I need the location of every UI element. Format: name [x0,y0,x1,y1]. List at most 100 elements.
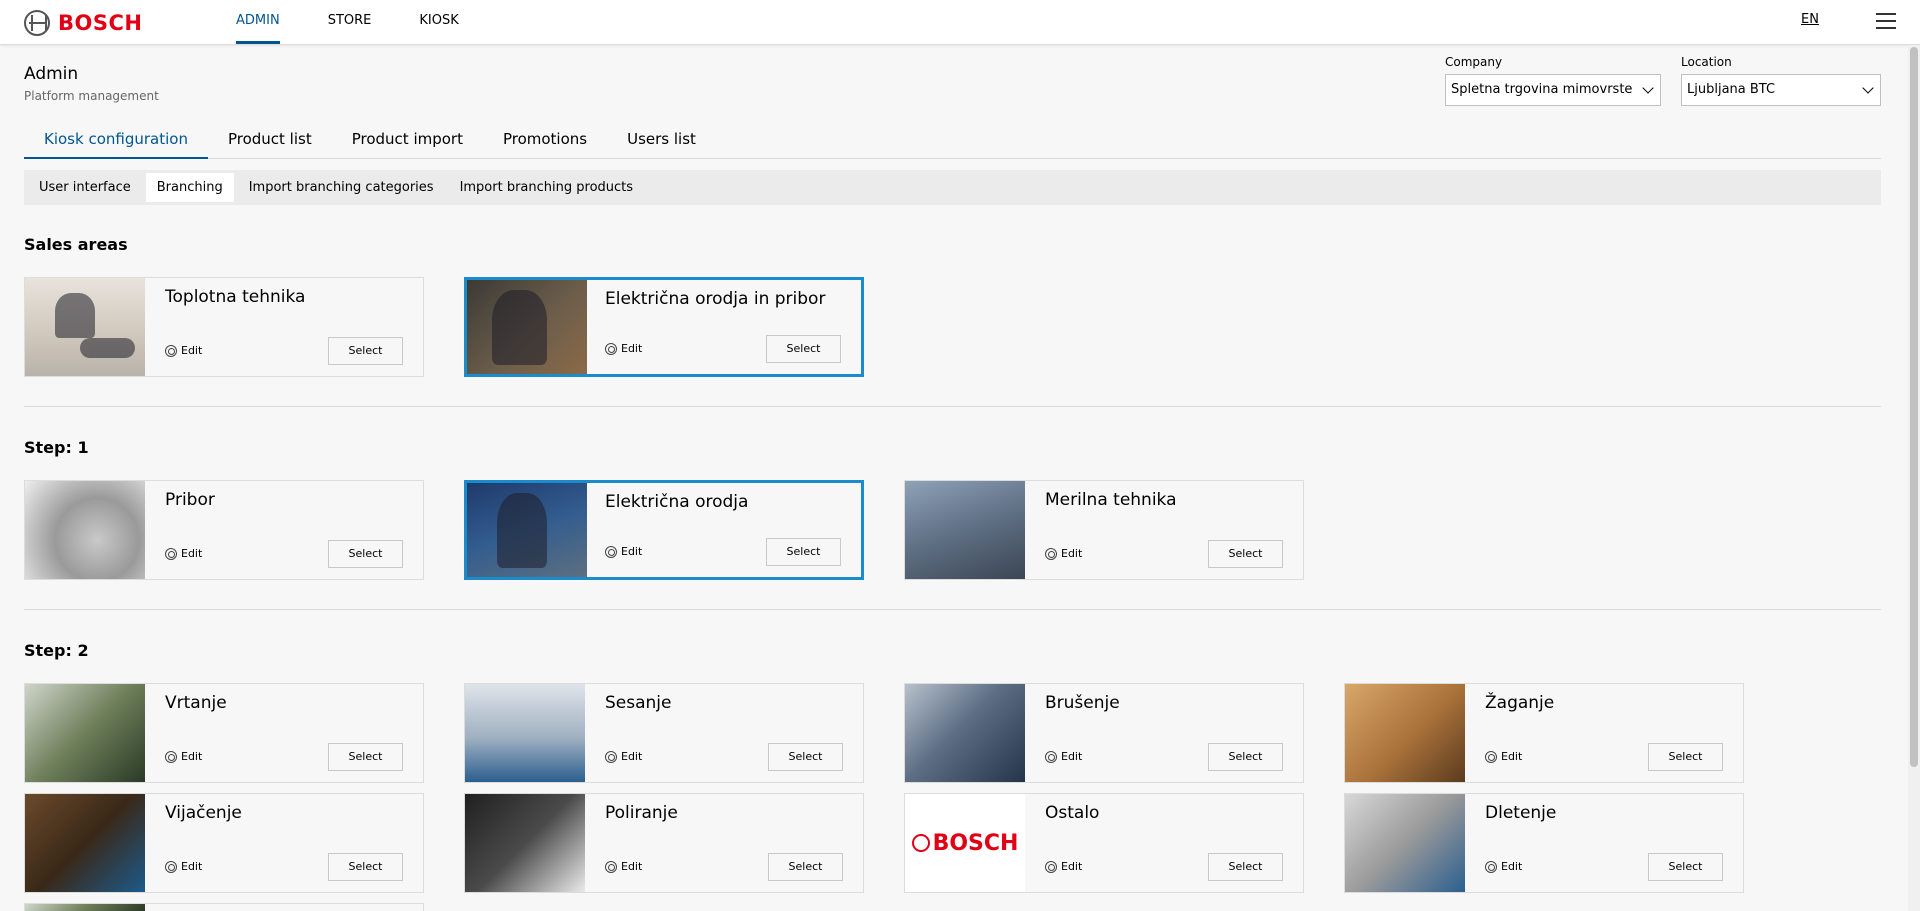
tab-product-list[interactable]: Product list [208,126,332,159]
select-button[interactable]: Select [1208,743,1283,771]
select-button[interactable]: Select [1648,853,1723,881]
gear-icon [605,750,617,763]
category-card: Vrtanje Edit Select [24,683,424,783]
gear-icon [1045,547,1057,560]
company-select[interactable]: Spletna trgovina mimovrste [1445,74,1661,106]
gear-icon [1485,750,1497,763]
gear-icon [1485,860,1497,873]
location-value: Ljubljana BTC [1687,82,1776,97]
category-card: Poliranje Edit Select [464,793,864,893]
nav-kiosk[interactable]: KIOSK [419,0,458,44]
edit-label: Edit [181,750,203,763]
edit-link[interactable]: Edit [1045,860,1082,873]
tab-users-list[interactable]: Users list [607,126,716,159]
location-label: Location [1681,55,1732,69]
section-title-step-2: Step: 2 [24,641,89,660]
edit-link[interactable]: Edit [605,860,642,873]
gear-icon [605,545,617,558]
scrollbar-thumb[interactable] [1910,47,1918,767]
bosch-logo-icon [24,10,50,36]
edit-label: Edit [1501,860,1523,873]
category-image [25,794,145,892]
tab-promotions[interactable]: Promotions [483,126,607,159]
edit-link[interactable]: Edit [1485,750,1522,763]
category-card: Merilna tehnika Edit Select [904,480,1304,580]
category-image [465,794,585,892]
edit-link[interactable]: Edit [1045,750,1082,763]
category-name: Električna orodja in pribor [605,289,826,309]
edit-label: Edit [621,545,643,558]
select-button[interactable]: Select [766,335,841,363]
edit-label: Edit [1061,750,1083,763]
tab-kiosk-configuration[interactable]: Kiosk configuration [24,126,208,159]
admin-tabs: Kiosk configuration Product list Product… [24,126,1881,159]
edit-link[interactable]: Edit [165,344,202,357]
brand-name: BOSCH [58,11,143,35]
edit-link[interactable]: Edit [605,342,642,355]
category-image [25,278,145,376]
edit-link[interactable]: Edit [1485,860,1522,873]
select-button[interactable]: Select [768,853,843,881]
category-image [905,684,1025,782]
select-button[interactable]: Select [328,743,403,771]
subtab-import-branching-categories[interactable]: Import branching categories [238,173,445,202]
category-image [1345,794,1465,892]
select-button[interactable]: Select [328,337,403,365]
select-button[interactable]: Select [1208,540,1283,568]
edit-link[interactable]: Edit [605,750,642,763]
edit-link[interactable]: Edit [1045,547,1082,560]
category-name: Dletenje [1485,803,1557,823]
language-switcher[interactable]: EN [1801,12,1819,27]
section-title-sales-areas: Sales areas [24,235,128,254]
category-name: Električna orodja [605,492,749,512]
category-name: Pribor [165,490,215,510]
select-button[interactable]: Select [1648,743,1723,771]
category-image [467,280,587,374]
category-image [467,483,587,577]
edit-link[interactable]: Edit [165,860,202,873]
tab-product-import[interactable]: Product import [332,126,483,159]
edit-label: Edit [621,750,643,763]
location-select[interactable]: Ljubljana BTC [1681,74,1881,106]
category-card-selected: Električna orodja Edit Select [464,480,864,580]
select-button[interactable]: Select [328,540,403,568]
main-nav: ADMIN STORE KIOSK [236,0,507,44]
company-value: Spletna trgovina mimovrste [1451,82,1633,97]
category-image [25,904,145,911]
category-image [465,684,585,782]
select-button[interactable]: Select [768,743,843,771]
gear-icon [165,860,177,873]
category-image [905,481,1025,579]
select-button[interactable]: Select [328,853,403,881]
edit-link[interactable]: Edit [165,547,202,560]
edit-label: Edit [1061,547,1083,560]
edit-label: Edit [1501,750,1523,763]
category-name: Merilna tehnika [1045,490,1177,510]
edit-link[interactable]: Edit [165,750,202,763]
category-card: Toplotna tehnika Edit Select [24,277,424,377]
select-button[interactable]: Select [1208,853,1283,881]
nav-admin[interactable]: ADMIN [236,0,280,44]
page-scrollbar[interactable] [1908,45,1920,911]
category-card: BOSCH Ostalo Edit Select [904,793,1304,893]
bosch-logo-image: BOSCH [911,831,1018,856]
bosch-logo[interactable]: BOSCH [24,10,142,36]
category-name: Sesanje [605,693,672,713]
select-button[interactable]: Select [766,538,841,566]
nav-store[interactable]: STORE [328,0,372,44]
gear-icon [1045,860,1057,873]
edit-label: Edit [181,547,203,560]
company-filter: Company Spletna trgovina mimovrste [1445,55,1661,106]
menu-icon[interactable] [1876,13,1896,31]
category-image [1345,684,1465,782]
subtab-import-branching-products[interactable]: Import branching products [449,173,644,202]
gear-icon [165,344,177,357]
edit-link[interactable]: Edit [605,545,642,558]
category-card: Brušenje Edit Select [904,683,1304,783]
edit-label: Edit [1061,860,1083,873]
subtab-branching[interactable]: Branching [145,173,234,202]
company-label: Company [1445,55,1503,69]
category-name: Vrtanje [165,693,227,713]
gear-icon [165,547,177,560]
subtab-user-interface[interactable]: User interface [28,173,142,202]
